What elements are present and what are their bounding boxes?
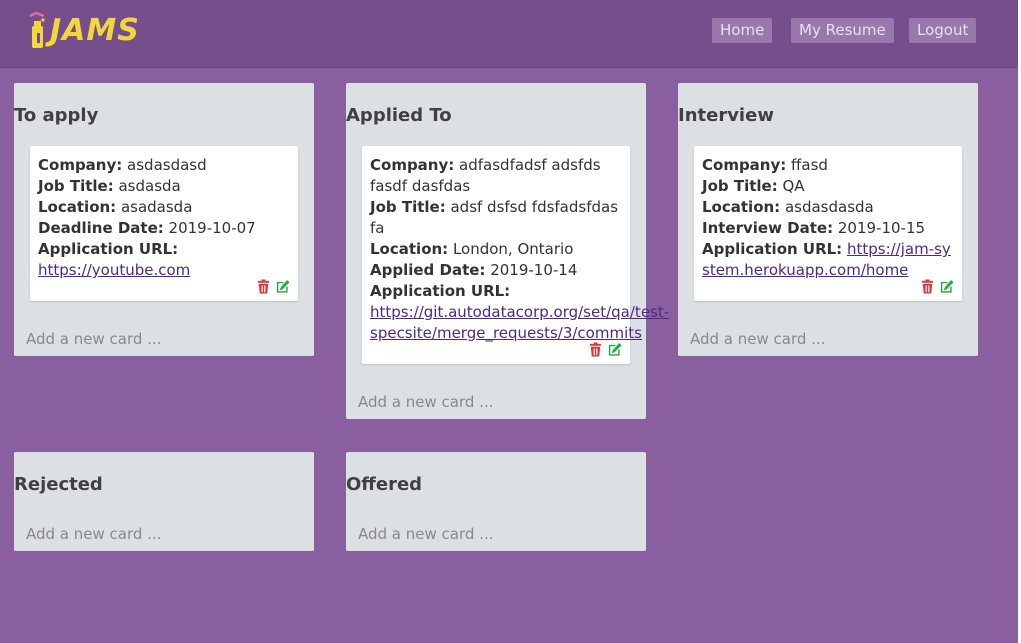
nav-logout-button[interactable]: Logout — [909, 18, 977, 43]
add-card-button[interactable]: Add a new card ... — [690, 330, 825, 348]
application-url-link[interactable]: https://youtube.com — [38, 261, 190, 279]
navbar: JAMS Home My Resume Logout — [0, 0, 1018, 68]
column-rejected: Rejected Add a new card ... — [14, 452, 314, 551]
url-label: Application URL: — [370, 282, 511, 300]
location-value: London, Ontario — [452, 240, 574, 258]
company-value: asdasdasd — [127, 156, 207, 174]
deadline-row: Deadline Date: 2019-10-07 — [38, 218, 290, 239]
applied-date-label: Applied Date: — [370, 261, 486, 279]
company-value: ffasd — [791, 156, 828, 174]
interview-date-value: 2019-10-15 — [837, 219, 926, 237]
url-row: Application URL: — [370, 281, 622, 302]
url-row: Application URL: — [38, 239, 290, 260]
card-actions — [920, 279, 954, 294]
job-card[interactable]: Company: adfasdfadsf adsfds fasdf dasfda… — [362, 146, 669, 364]
interview-date-row: Interview Date: 2019-10-15 — [702, 218, 954, 239]
add-card-button[interactable]: Add a new card ... — [358, 393, 493, 411]
card-content: Company: asdasdasd Job Title: asdasda Lo… — [30, 146, 298, 281]
location-value: asadasda — [120, 198, 193, 216]
column-offered: Offered Add a new card ... — [346, 452, 646, 551]
location-label: Location: — [370, 240, 449, 258]
deadline-label: Deadline Date: — [38, 219, 164, 237]
applied-date-row: Applied Date: 2019-10-14 — [370, 260, 622, 281]
nav-home-button[interactable]: Home — [712, 18, 773, 43]
add-card-button[interactable]: Add a new card ... — [358, 525, 493, 543]
logo-text: JAMS — [50, 12, 140, 48]
url-label: Application URL: — [38, 240, 179, 258]
card-content: Company: ffasd Job Title: QA Location: a… — [694, 146, 962, 281]
job-title-label: Job Title: — [38, 177, 114, 195]
location-row: Location: London, Ontario — [370, 239, 622, 260]
nav-resume-button[interactable]: My Resume — [791, 18, 894, 43]
location-label: Location: — [38, 198, 117, 216]
column-applied-to: Applied To Company: adfasdfadsf adsfds f… — [346, 83, 669, 419]
company-row: Company: ffasd — [702, 155, 954, 176]
applied-date-value: 2019-10-14 — [490, 261, 578, 279]
job-title-value: QA — [782, 177, 805, 195]
company-label: Company: — [370, 156, 455, 174]
job-title-value: asdasda — [118, 177, 181, 195]
card-content: Company: adfasdfadsf adsfds fasdf dasfda… — [362, 146, 669, 344]
job-title-row: Job Title: adsf dsfsd fdsfadsfdas fa — [370, 197, 622, 239]
spray-can-icon — [29, 11, 45, 48]
job-card[interactable]: Company: asdasdasd Job Title: asdasda Lo… — [30, 146, 298, 301]
location-row: Location: asdasdasda — [702, 197, 954, 218]
trash-icon[interactable] — [588, 342, 603, 357]
add-card-button[interactable]: Add a new card ... — [26, 330, 161, 348]
job-card[interactable]: Company: ffasd Job Title: QA Location: a… — [694, 146, 962, 301]
company-label: Company: — [38, 156, 123, 174]
column-to-apply: To apply Company: asdasdasd Job Title: a… — [14, 83, 314, 356]
company-row: Company: adfasdfadsf adsfds fasdf dasfda… — [370, 155, 622, 197]
edit-icon[interactable] — [275, 279, 290, 294]
edit-icon[interactable] — [939, 279, 954, 294]
location-label: Location: — [702, 198, 781, 216]
column-title: Applied To — [346, 105, 452, 126]
job-title-row: Job Title: asdasda — [38, 176, 290, 197]
column-title: Interview — [678, 105, 774, 126]
card-actions — [256, 279, 290, 294]
company-label: Company: — [702, 156, 787, 174]
column-title: Offered — [346, 474, 423, 495]
add-card-button[interactable]: Add a new card ... — [26, 525, 161, 543]
location-value: asdasdasda — [784, 198, 874, 216]
column-interview: Interview Company: ffasd Job Title: QA L… — [678, 83, 978, 356]
column-title: Rejected — [14, 474, 103, 495]
application-url-link[interactable]: https://git.autodatacorp.org/set/qa/test… — [370, 303, 669, 342]
job-title-label: Job Title: — [370, 198, 446, 216]
trash-icon[interactable] — [256, 279, 271, 294]
logo[interactable]: JAMS — [28, 8, 140, 52]
edit-icon[interactable] — [607, 342, 622, 357]
job-title-row: Job Title: QA — [702, 176, 954, 197]
company-row: Company: asdasdasd — [38, 155, 290, 176]
trash-icon[interactable] — [920, 279, 935, 294]
deadline-value: 2019-10-07 — [168, 219, 256, 237]
job-title-label: Job Title: — [702, 177, 778, 195]
location-row: Location: asadasda — [38, 197, 290, 218]
url-label: Application URL: — [702, 240, 843, 258]
column-title: To apply — [14, 105, 99, 126]
card-actions — [588, 342, 622, 357]
url-row: Application URL: https://jam-system.hero… — [702, 239, 954, 281]
interview-date-label: Interview Date: — [702, 219, 834, 237]
